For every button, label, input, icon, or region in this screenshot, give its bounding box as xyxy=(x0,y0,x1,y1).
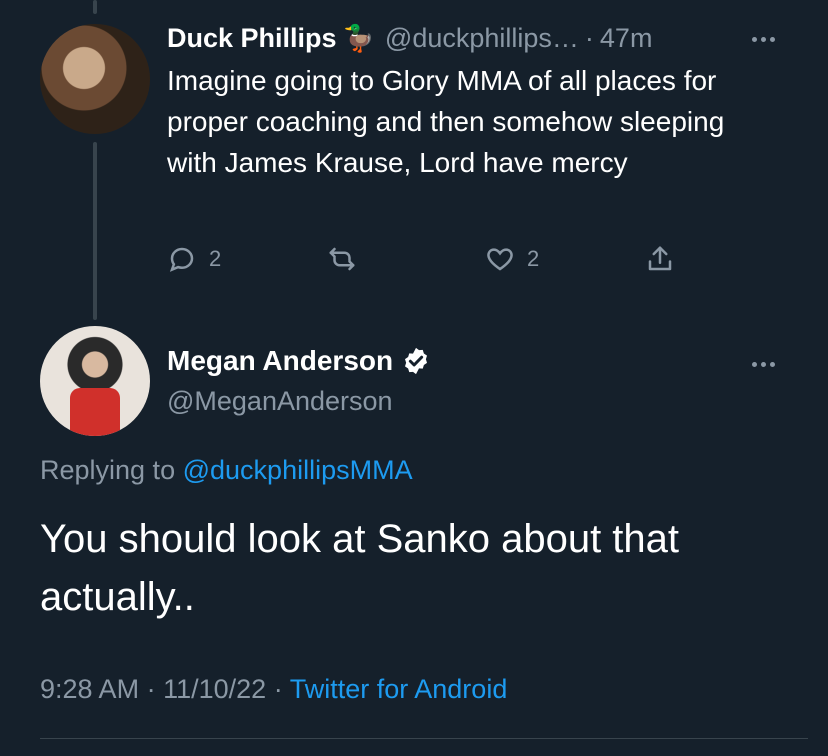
duck-phillips-avatar[interactable] xyxy=(40,24,150,134)
retweet-icon xyxy=(329,247,355,271)
reply-button[interactable]: 2 xyxy=(167,244,221,274)
share-button[interactable] xyxy=(645,244,675,274)
heart-icon xyxy=(487,248,513,271)
tweet-metadata: 9:28 AM · 11/10/22 · Twitter for Android xyxy=(40,674,507,705)
parent-tweet-header: Duck Phillips 🦆 @duckphillips… · 47m xyxy=(167,19,788,57)
replying-to-mention[interactable]: @duckphillipsMMA xyxy=(183,455,413,485)
parent-author-name[interactable]: Duck Phillips xyxy=(167,23,337,54)
share-icon xyxy=(648,246,672,271)
avatar-image-detail xyxy=(70,388,120,436)
header-separator: · xyxy=(584,22,594,53)
main-author-handle[interactable]: @MeganAnderson xyxy=(167,386,393,417)
retweet-button[interactable] xyxy=(327,244,369,274)
tweet-time: 9:28 AM xyxy=(40,674,140,704)
tweet-source-link[interactable]: Twitter for Android xyxy=(290,674,508,704)
divider xyxy=(40,738,808,739)
tweet-date: 11/10/22 xyxy=(163,674,267,704)
main-tweet-text: You should look at Sanko about that actu… xyxy=(40,517,680,619)
meta-separator-1: · xyxy=(146,674,156,704)
main-author-name[interactable]: Megan Anderson xyxy=(167,345,393,377)
main-tweet-name-row: Megan Anderson xyxy=(167,345,431,377)
parent-tweet-text: Imagine going to Glory MMA of all places… xyxy=(167,65,725,178)
meta-separator-2: · xyxy=(273,674,283,704)
duck-emoji-icon: 🦆 xyxy=(342,22,375,53)
like-button[interactable]: 2 xyxy=(485,244,539,274)
parent-tweet-actions: 2 2 xyxy=(167,244,687,278)
like-count: 2 xyxy=(527,246,540,271)
parent-author-handle[interactable]: @duckphillips… xyxy=(385,23,579,54)
replying-to-prefix: Replying to xyxy=(40,455,176,485)
replying-to-line: Replying to @duckphillipsMMA xyxy=(40,455,413,486)
verified-badge-icon xyxy=(405,347,428,375)
more-options-icon[interactable] xyxy=(752,37,775,42)
reply-icon xyxy=(169,247,194,272)
thread-line-top xyxy=(93,0,97,14)
reply-count: 2 xyxy=(209,246,222,271)
parent-tweet-time[interactable]: 47m xyxy=(600,23,653,54)
more-options-icon-main[interactable] xyxy=(752,362,775,367)
megan-anderson-avatar[interactable] xyxy=(40,326,150,436)
thread-line xyxy=(93,142,97,320)
